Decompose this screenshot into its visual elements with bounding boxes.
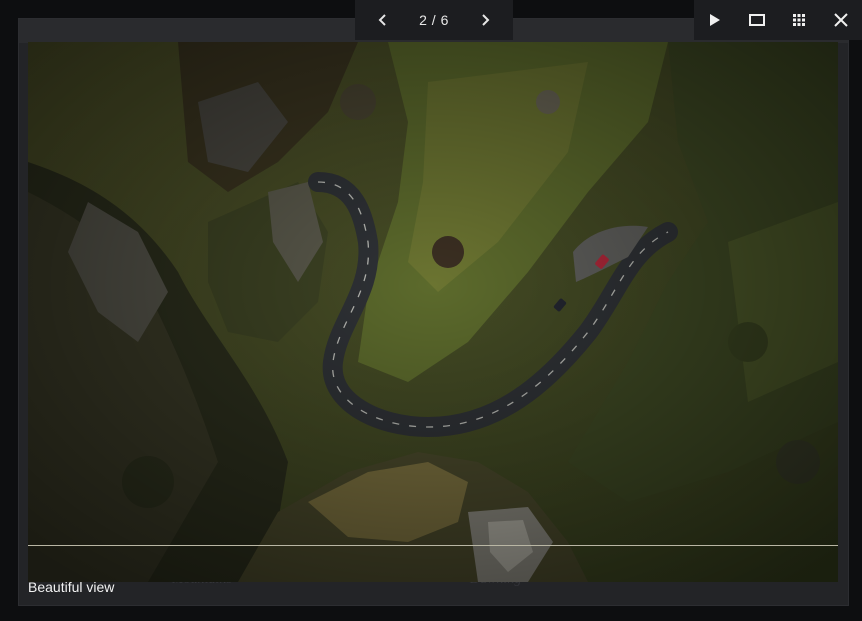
- lightbox-nav: 2 / 6: [355, 0, 513, 40]
- image-counter: 2 / 6: [419, 12, 449, 28]
- play-icon: [710, 14, 720, 26]
- grid-icon: [793, 14, 805, 26]
- chevron-left-icon: [378, 14, 386, 26]
- gorge-photo: [28, 42, 838, 582]
- close-button[interactable]: [821, 0, 861, 40]
- fullscreen-button[interactable]: [737, 0, 777, 40]
- close-icon: [834, 13, 848, 27]
- prev-button[interactable]: [371, 0, 395, 40]
- chevron-right-icon: [482, 14, 490, 26]
- next-button[interactable]: [473, 0, 497, 40]
- thumbnails-button[interactable]: [779, 0, 819, 40]
- lightbox-toolbar: [694, 0, 862, 40]
- image-caption: Beautiful view: [28, 579, 115, 595]
- play-slideshow-button[interactable]: [695, 0, 735, 40]
- caption-divider: [28, 545, 838, 546]
- lightbox-image: [28, 42, 838, 582]
- fullscreen-icon: [749, 14, 765, 26]
